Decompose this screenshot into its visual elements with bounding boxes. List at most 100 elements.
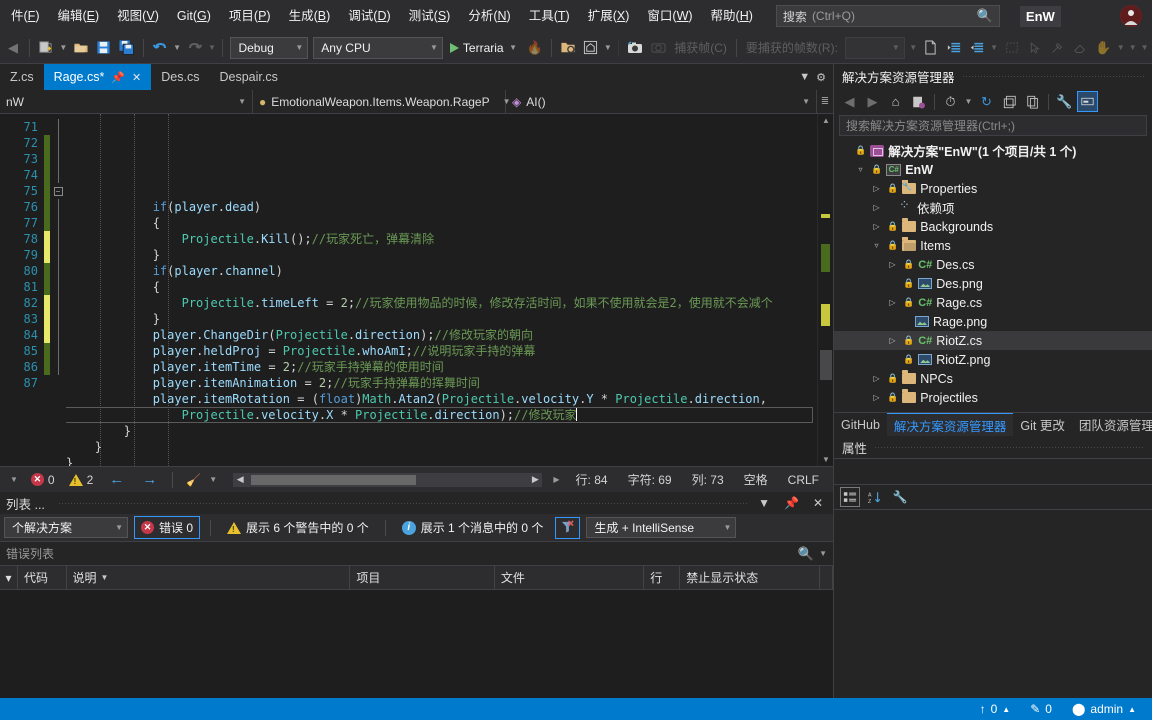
eraser-icon[interactable] bbox=[1069, 37, 1091, 59]
navigate-prev-icon[interactable]: ← bbox=[102, 471, 131, 488]
toolbar-overflow-4-icon[interactable]: ▼ bbox=[1127, 37, 1138, 59]
tree-item[interactable]: ▷ 🔒 Backgrounds bbox=[834, 217, 1152, 236]
warning-count-badge[interactable]: 2 bbox=[64, 473, 99, 487]
chevron-right-icon[interactable]: ▷ bbox=[886, 260, 899, 269]
refresh-icon[interactable]: ↻ bbox=[976, 91, 997, 112]
column-header-file[interactable]: 文件 bbox=[495, 566, 645, 589]
editor-vertical-scrollbar[interactable]: ▲ ▼ bbox=[817, 114, 833, 466]
menu-item-analyze[interactable]: 分析(N) bbox=[459, 5, 519, 28]
chevron-down-icon[interactable]: ▼ bbox=[794, 97, 810, 106]
preview-selected-items-icon[interactable] bbox=[1077, 91, 1098, 112]
dock-tab-solution-explorer[interactable]: 解决方案资源管理器 bbox=[886, 413, 1014, 436]
live-visual-tree-caret-icon[interactable]: ▼ bbox=[602, 37, 613, 59]
live-visual-tree-icon[interactable] bbox=[579, 37, 601, 59]
menu-item-file[interactable]: 件(F) bbox=[2, 5, 48, 28]
chevron-down-icon[interactable]: ▼ bbox=[508, 37, 519, 59]
hscrollbar-thumb[interactable] bbox=[251, 474, 417, 485]
open-file-icon[interactable] bbox=[70, 37, 92, 59]
environment-badge[interactable]: EnW bbox=[1019, 5, 1061, 27]
error-source-combo[interactable]: 生成 + IntelliSense ▼ bbox=[586, 517, 737, 538]
push-commits-indicator[interactable]: ↑ 0 ▲ bbox=[972, 702, 1019, 716]
code-line[interactable]: if(player.dead) bbox=[66, 199, 817, 215]
property-pages-icon[interactable]: 🔧 bbox=[890, 487, 910, 507]
code-line[interactable]: } bbox=[66, 247, 817, 263]
solution-platform-combo[interactable]: Any CPU ▼ bbox=[313, 36, 443, 59]
pin-icon[interactable]: 📌 bbox=[111, 71, 125, 84]
tree-item[interactable]: ▷ 依赖项 bbox=[834, 197, 1152, 217]
build-configuration-combo[interactable]: Debug ▼ bbox=[230, 36, 309, 59]
tree-item[interactable]: ▿ 🔒 Items bbox=[834, 236, 1152, 255]
new-project-icon[interactable] bbox=[35, 37, 57, 59]
chevron-down-icon[interactable]: ▼ bbox=[420, 43, 438, 52]
code-cleanup-icon[interactable]: 🧹 ▼ bbox=[181, 473, 226, 487]
gear-icon[interactable]: ⚙ bbox=[816, 71, 826, 84]
start-debug-button[interactable]: Terraria ▼ bbox=[446, 37, 523, 59]
solution-explorer-tree[interactable]: 🔒解决方案"EnW"(1 个项目/共 1 个)▿🔒C#EnW▷🔒Properti… bbox=[834, 139, 1152, 412]
chevron-right-icon[interactable]: ▷ bbox=[870, 222, 883, 231]
capture-frame-icon[interactable] bbox=[624, 37, 646, 59]
solution-explorer-search-input[interactable]: 搜索解决方案资源管理器(Ctrl+;) bbox=[839, 115, 1147, 136]
tree-item[interactable]: Rage.png bbox=[834, 312, 1152, 331]
toolbar-overflow-icon[interactable]: ▼ bbox=[908, 37, 919, 59]
warnings-filter-button[interactable]: 展示 6 个警告中的 0 个 bbox=[221, 517, 375, 538]
pan-hand-icon[interactable]: ✋ bbox=[1092, 37, 1114, 59]
chevron-down-icon[interactable]: ▿ bbox=[870, 241, 883, 250]
code-line-current[interactable]: Projectile.velocity.X * Projectile.direc… bbox=[66, 407, 817, 423]
editor-tab-rage[interactable]: Rage.cs* 📌 ✕ bbox=[43, 64, 152, 90]
chevron-down-icon[interactable]: ▼ bbox=[285, 43, 303, 52]
error-list-search-input[interactable]: 错误列表 🔍 ▼ bbox=[0, 542, 833, 566]
toolbar-overflow-3-icon[interactable]: ▼ bbox=[1115, 37, 1126, 59]
scroll-down-arrow-icon[interactable]: ▼ bbox=[821, 455, 831, 464]
redo-icon[interactable] bbox=[184, 37, 206, 59]
messages-filter-button[interactable]: i 展示 1 个消息中的 0 个 bbox=[396, 517, 550, 538]
code-line[interactable]: player.ChangeDir(Projectile.direction);/… bbox=[66, 327, 817, 343]
home-icon[interactable]: ⌂ bbox=[885, 91, 906, 112]
navbar-type-dropdown[interactable]: ● EmotionalWeapon.Items.Weapon.RageP ▼ bbox=[253, 90, 511, 113]
redo-dropdown-caret-icon[interactable]: ▼ bbox=[207, 37, 218, 59]
chevron-down-icon[interactable]: ▿ bbox=[854, 165, 867, 174]
status-expand-icon[interactable]: ▼ bbox=[6, 475, 22, 484]
menu-item-view[interactable]: 视图(V) bbox=[108, 5, 168, 28]
menu-item-test[interactable]: 测试(S) bbox=[400, 5, 460, 28]
code-line[interactable]: if(player.channel) bbox=[66, 263, 817, 279]
pin-icon[interactable]: 📌 bbox=[780, 496, 803, 510]
hot-reload-icon[interactable]: 🔥 bbox=[524, 37, 546, 59]
tree-item[interactable]: ▿ 🔒 C# EnW bbox=[834, 160, 1152, 179]
chevron-down-icon[interactable]: ▼ bbox=[205, 475, 221, 484]
code-line[interactable]: { bbox=[66, 279, 817, 295]
error-scope-combo[interactable]: 个解决方案 ▼ bbox=[4, 517, 128, 538]
dock-tab-team-explorer[interactable]: 团队资源管理器 bbox=[1072, 413, 1152, 436]
error-list-rows[interactable] bbox=[0, 590, 833, 698]
tree-item[interactable]: 🔒 Des.png bbox=[834, 274, 1152, 293]
chevron-right-icon[interactable]: ▷ bbox=[886, 298, 899, 307]
tree-item[interactable]: ▷ 🔒 Projectiles bbox=[834, 388, 1152, 407]
tree-item[interactable]: ▷ 🔒 NPCs bbox=[834, 369, 1152, 388]
save-all-icon[interactable] bbox=[116, 37, 138, 59]
categorized-view-icon[interactable] bbox=[840, 487, 860, 507]
chevron-down-icon[interactable]: ▼ bbox=[882, 43, 900, 52]
menu-item-extensions[interactable]: 扩展(X) bbox=[579, 5, 639, 28]
undo-dropdown-caret-icon[interactable]: ▼ bbox=[172, 37, 183, 59]
alphabetical-sort-icon[interactable]: AZ bbox=[865, 487, 885, 507]
chevron-down-icon[interactable]: ▼ bbox=[754, 496, 774, 510]
pending-changes-icon[interactable] bbox=[908, 91, 929, 112]
capture-frame-secondary-icon[interactable] bbox=[647, 37, 669, 59]
code-editor[interactable]: 71 72 73 74 75 76 77 78 79 80 81 82 83 84 85 86 87 − if(… bbox=[0, 114, 833, 466]
toolbar-overflow-2-icon[interactable]: ▼ bbox=[989, 37, 1000, 59]
pointer-icon[interactable] bbox=[1023, 37, 1045, 59]
navbar-member-dropdown[interactable]: ◈ AI() ▼ bbox=[506, 90, 817, 113]
code-line[interactable]: } bbox=[66, 423, 817, 439]
menu-item-debug[interactable]: 调试(D) bbox=[339, 5, 399, 28]
code-line[interactable]: { bbox=[66, 215, 817, 231]
code-line[interactable]: Projectile.Kill();//玩家死亡，弹幕清除 bbox=[66, 231, 817, 247]
dock-tab-github[interactable]: GitHub bbox=[834, 413, 887, 436]
close-icon[interactable]: ✕ bbox=[132, 71, 141, 84]
properties-wrench-icon[interactable]: 🔧 bbox=[1054, 91, 1075, 112]
column-header-suppression[interactable]: 禁止显示状态 bbox=[680, 566, 820, 589]
new-document-icon[interactable] bbox=[920, 37, 942, 59]
menu-item-help[interactable]: 帮助(H) bbox=[702, 5, 762, 28]
tree-item[interactable]: ▷ 🔒 Properties bbox=[834, 179, 1152, 198]
editor-tab-z[interactable]: Z.cs bbox=[0, 64, 44, 90]
user-avatar[interactable] bbox=[1120, 5, 1142, 27]
code-line[interactable]: player.itemRotation = (float)Math.Atan2(… bbox=[66, 391, 817, 407]
